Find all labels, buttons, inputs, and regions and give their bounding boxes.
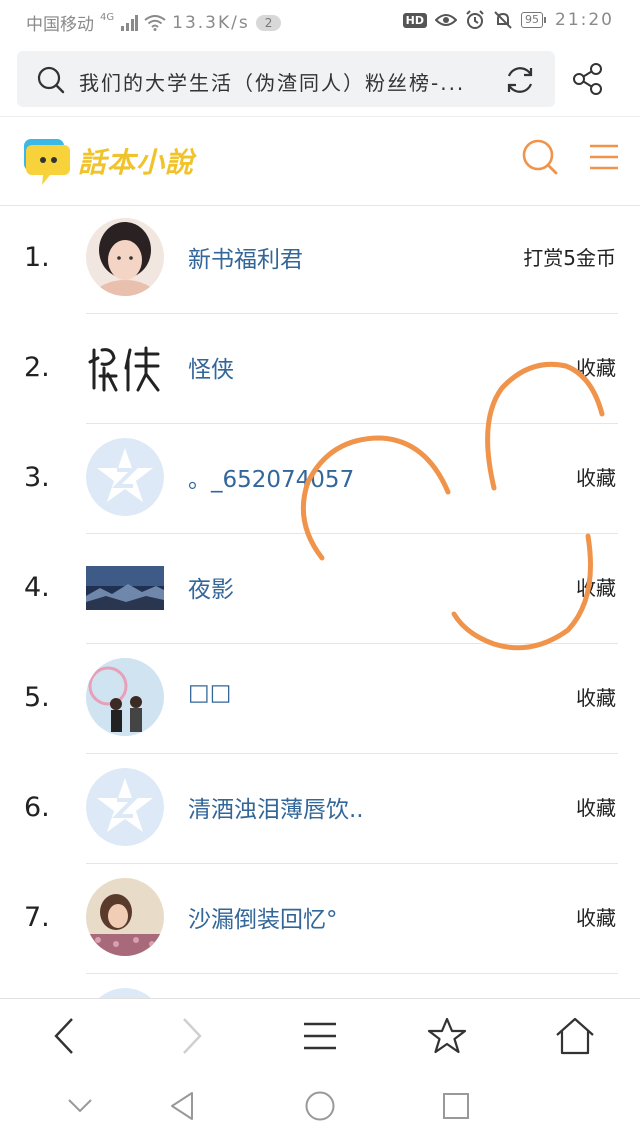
signal-icon: [121, 14, 139, 31]
browser-toolbar: 我们的大学生活（伪渣同人）粉丝榜-...: [0, 42, 640, 116]
network-speed: 13.3K/s: [172, 12, 250, 33]
fan-ranking-list: 1. 新书福利君 打赏5金币 2. 怪侠 收藏 3. 。_652074057 收…: [0, 204, 640, 1014]
alarm-icon: [466, 10, 484, 29]
menu-icon[interactable]: [588, 141, 620, 173]
status-bar: 中国移动 4G 13.3K/s 2 HD 95 21:20: [0, 0, 640, 42]
fan-name[interactable]: 清酒浊泪薄唇饮..: [188, 790, 364, 824]
fan-name[interactable]: 夜影: [188, 570, 234, 604]
action-label[interactable]: 收藏: [576, 352, 616, 381]
system-navigation-bar: [0, 1072, 640, 1138]
action-label[interactable]: 收藏: [576, 682, 616, 711]
notification-badge: 2: [255, 14, 282, 31]
system-back-button[interactable]: [160, 1086, 204, 1126]
back-button[interactable]: [40, 1011, 90, 1061]
logo-icon[interactable]: [20, 135, 72, 189]
rank-number: 2.: [24, 352, 50, 383]
carrier-label: 中国移动: [26, 15, 94, 35]
eye-icon: [435, 14, 457, 26]
rank-number: 5.: [24, 682, 50, 713]
status-left: 中国移动 4G 13.3K/s 2: [26, 10, 282, 35]
site-logo-text[interactable]: 話本小說: [78, 141, 194, 181]
triangle-back-icon: [171, 1092, 193, 1120]
fan-name[interactable]: 新书福利君: [188, 240, 303, 274]
share-icon[interactable]: [571, 62, 605, 96]
search-icon[interactable]: [520, 137, 560, 177]
rank-number: 6.: [24, 792, 50, 823]
forward-button[interactable]: [166, 1011, 216, 1061]
wifi-icon: [144, 14, 166, 31]
clock: 21:20: [555, 10, 614, 30]
list-item[interactable]: 5. □□ 收藏: [0, 644, 640, 754]
system-recents-button[interactable]: [434, 1086, 478, 1126]
rank-number: 1.: [24, 242, 50, 273]
menu-button[interactable]: [295, 1011, 345, 1061]
fan-name[interactable]: 怪侠: [188, 350, 234, 384]
address-bar[interactable]: 我们的大学生活（伪渣同人）粉丝榜-...: [17, 51, 555, 107]
action-label[interactable]: 打赏5金币: [523, 242, 616, 271]
avatar[interactable]: [86, 328, 164, 406]
hamburger-icon: [304, 1022, 336, 1050]
list-item[interactable]: 4. 夜影 收藏: [0, 534, 640, 644]
mute-bell-icon: [494, 11, 512, 29]
action-label[interactable]: 收藏: [576, 792, 616, 821]
avatar[interactable]: [86, 658, 164, 736]
home-icon: [556, 1017, 594, 1055]
address-text: 我们的大学生活（伪渣同人）粉丝榜-...: [79, 71, 466, 95]
circle-home-icon: [305, 1091, 335, 1121]
fan-name[interactable]: 。_652074057: [188, 460, 354, 494]
rank-number: 4.: [24, 572, 50, 603]
avatar[interactable]: [86, 878, 164, 956]
avatar[interactable]: [86, 218, 164, 296]
hide-keyboard-button[interactable]: [58, 1086, 102, 1126]
list-item[interactable]: 6. 清酒浊泪薄唇饮.. 收藏: [0, 754, 640, 864]
chevron-right-icon: [183, 1018, 202, 1054]
search-icon: [37, 66, 65, 94]
fan-name[interactable]: □□: [188, 680, 231, 706]
home-button[interactable]: [550, 1011, 600, 1061]
network-type: 4G: [100, 12, 115, 23]
avatar[interactable]: [86, 566, 164, 610]
chevron-left-icon: [54, 1018, 73, 1054]
site-header: 話本小說: [0, 116, 640, 206]
list-item[interactable]: 7. 沙漏倒装回忆° 收藏: [0, 864, 640, 974]
square-recents-icon: [443, 1093, 469, 1119]
action-label[interactable]: 收藏: [576, 572, 616, 601]
battery-icon: 95: [521, 12, 546, 28]
fan-name[interactable]: 沙漏倒装回忆°: [188, 900, 338, 934]
list-item[interactable]: 1. 新书福利君 打赏5金币: [0, 204, 640, 314]
status-right: HD 95 21:20: [402, 10, 614, 30]
star-icon: [427, 1017, 467, 1054]
rank-number: 7.: [24, 902, 50, 933]
browser-bottom-nav: [0, 998, 640, 1073]
bookmark-button[interactable]: [422, 1011, 472, 1061]
rank-number: 3.: [24, 462, 50, 493]
action-label[interactable]: 收藏: [576, 902, 616, 931]
system-home-button[interactable]: [298, 1086, 342, 1126]
default-avatar-icon[interactable]: [86, 768, 164, 846]
list-item[interactable]: 2. 怪侠 收藏: [0, 314, 640, 424]
chevron-down-icon: [68, 1099, 92, 1113]
default-avatar-icon[interactable]: [86, 438, 164, 516]
hd-badge: HD: [402, 12, 427, 28]
refresh-icon[interactable]: [503, 63, 537, 97]
action-label[interactable]: 收藏: [576, 462, 616, 491]
list-item[interactable]: 3. 。_652074057 收藏: [0, 424, 640, 534]
